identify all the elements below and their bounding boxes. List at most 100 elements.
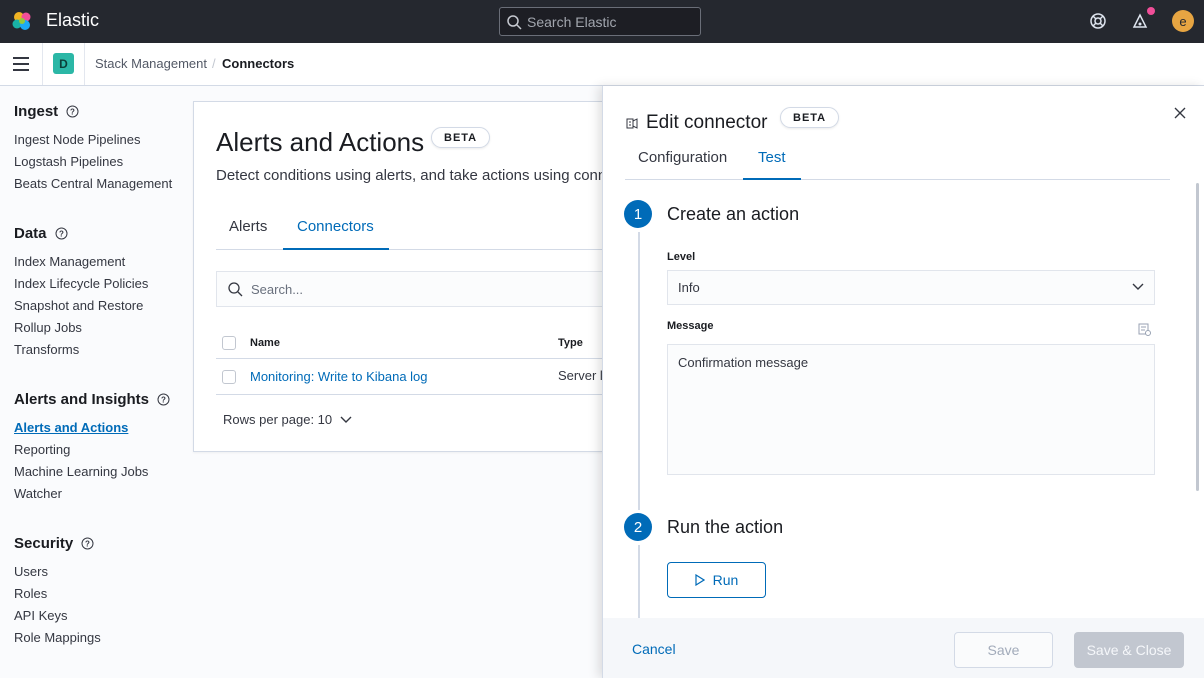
run-button[interactable]: Run: [667, 562, 766, 598]
flyout-tabs: Configuration Test: [625, 144, 1170, 180]
flyout-title: Edit connector: [646, 112, 768, 133]
beta-badge: BETA: [431, 127, 491, 148]
divider: [42, 43, 43, 85]
tabs: Alerts Connectors: [216, 206, 614, 250]
nav-group-title: Alerts and Insights: [14, 391, 150, 408]
row-checkbox[interactable]: [222, 370, 236, 384]
level-label: Level: [667, 251, 696, 263]
chevron-down-icon: [1132, 283, 1144, 290]
nav-item-reporting[interactable]: Reporting: [14, 442, 70, 457]
edit-connector-flyout: Edit connector BETA Configuration Test 1…: [602, 86, 1204, 678]
step-title: Create an action: [667, 204, 800, 224]
menu-toggle-icon[interactable]: [13, 57, 29, 71]
save-and-close-button[interactable]: Save & Close: [1074, 632, 1184, 668]
connectors-search-input[interactable]: [251, 281, 551, 297]
select-all-checkbox[interactable]: [222, 336, 236, 350]
nav-item-ingest-node-pipelines[interactable]: Ingest Node Pipelines: [14, 132, 140, 147]
rows-per-page-label: Rows per page: 10: [223, 412, 333, 427]
connector-name-link[interactable]: Monitoring: Write to Kibana log: [250, 369, 428, 384]
nav-item-snapshot-and-restore[interactable]: Snapshot and Restore: [14, 298, 143, 313]
global-search[interactable]: [499, 7, 701, 36]
step-number: 2: [624, 513, 652, 541]
nav-group-title: Security: [14, 535, 74, 552]
beta-badge: BETA: [780, 107, 840, 128]
nav-group-security: Security?: [14, 535, 94, 552]
add-variable-icon[interactable]: [1138, 323, 1151, 336]
nav-item-watcher[interactable]: Watcher: [14, 486, 62, 501]
connectors-search[interactable]: [216, 271, 616, 307]
active-tab-indicator: [283, 248, 389, 250]
help-menu-icon[interactable]: [1089, 12, 1107, 30]
nav-group-alerts-and-insights: Alerts and Insights?: [14, 391, 170, 408]
nav-group-ingest: Ingest?: [14, 103, 79, 120]
run-button-label: Run: [712, 572, 739, 588]
breadcrumb-connectors: Connectors: [222, 56, 295, 71]
page-title: Alerts and Actions: [216, 127, 425, 157]
step-number: 1: [624, 200, 652, 228]
column-header-name[interactable]: Name: [250, 337, 280, 349]
nav-item-rollup-jobs[interactable]: Rollup Jobs: [14, 320, 82, 335]
tab-configuration[interactable]: Configuration: [638, 149, 727, 166]
avatar[interactable]: e: [1172, 10, 1194, 32]
help-icon[interactable]: ?: [81, 537, 94, 550]
help-icon[interactable]: ?: [55, 227, 68, 240]
global-search-input[interactable]: [527, 13, 687, 30]
close-icon[interactable]: [1173, 106, 1187, 120]
page-description: Detect conditions using alerts, and take…: [216, 167, 607, 184]
tab-connectors[interactable]: Connectors: [297, 218, 374, 235]
nav-group-title: Ingest: [14, 103, 59, 120]
help-icon[interactable]: ?: [157, 393, 170, 406]
main-panel: Alerts and Actions BETA Detect condition…: [193, 101, 616, 452]
help-icon[interactable]: ?: [66, 105, 79, 118]
svg-text:?: ?: [59, 230, 64, 239]
nav-item-users[interactable]: Users: [14, 564, 48, 579]
tab-test[interactable]: Test: [758, 149, 786, 166]
connector-type: Server l: [558, 368, 603, 383]
breadcrumb-separator: /: [212, 56, 216, 71]
brand-name: Elastic: [46, 10, 100, 30]
cancel-button[interactable]: Cancel: [632, 641, 676, 657]
nav-group-data: Data?: [14, 225, 68, 242]
level-selected-value: Info: [678, 280, 700, 295]
nav-item-alerts-and-actions[interactable]: Alerts and Actions: [14, 420, 128, 435]
level-select[interactable]: Info: [667, 270, 1155, 305]
active-tab-indicator: [743, 178, 801, 180]
search-icon: [228, 282, 243, 297]
nav-item-machine-learning-jobs[interactable]: Machine Learning Jobs: [14, 464, 148, 479]
step-connector-line: [638, 545, 640, 618]
nav-item-role-mappings[interactable]: Role Mappings: [14, 630, 101, 645]
nav-item-logstash-pipelines[interactable]: Logstash Pipelines: [14, 154, 123, 169]
nav-item-index-lifecycle-policies[interactable]: Index Lifecycle Policies: [14, 276, 148, 291]
flyout-footer: Cancel Save Save & Close: [603, 618, 1204, 678]
elastic-logo-icon[interactable]: [10, 9, 34, 33]
nav-item-roles[interactable]: Roles: [14, 586, 47, 601]
newsfeed-icon[interactable]: [1131, 12, 1149, 30]
divider: [84, 43, 85, 85]
rows-per-page-button[interactable]: Rows per page: 10: [223, 412, 352, 427]
nav-item-api-keys[interactable]: API Keys: [14, 608, 67, 623]
tab-alerts[interactable]: Alerts: [229, 218, 267, 235]
nav-item-beats-central-management[interactable]: Beats Central Management: [14, 176, 172, 191]
side-nav: Ingest? Ingest Node Pipelines Logstash P…: [0, 86, 192, 678]
svg-text:?: ?: [85, 540, 90, 549]
divider: [216, 394, 614, 395]
search-icon: [507, 14, 522, 30]
scrollbar[interactable]: [1196, 183, 1199, 491]
space-avatar[interactable]: D: [53, 53, 74, 74]
top-header: Elastic e: [0, 0, 1204, 43]
save-button[interactable]: Save: [954, 632, 1053, 668]
svg-text:?: ?: [161, 396, 166, 405]
message-textarea[interactable]: Confirmation message: [667, 344, 1155, 475]
breadcrumb-stack-management[interactable]: Stack Management: [95, 56, 207, 71]
nav-item-transforms[interactable]: Transforms: [14, 342, 79, 357]
column-header-type[interactable]: Type: [558, 337, 583, 349]
step-connector-line: [638, 232, 640, 510]
step-title: Run the action: [667, 517, 784, 537]
breadcrumb-bar: D Stack Management / Connectors: [0, 43, 1204, 86]
nav-group-title: Data: [14, 225, 47, 242]
nav-item-index-management[interactable]: Index Management: [14, 254, 125, 269]
notification-dot: [1147, 7, 1155, 15]
chevron-down-icon: [340, 416, 352, 423]
server-log-icon: [626, 118, 638, 129]
svg-text:?: ?: [70, 108, 75, 117]
